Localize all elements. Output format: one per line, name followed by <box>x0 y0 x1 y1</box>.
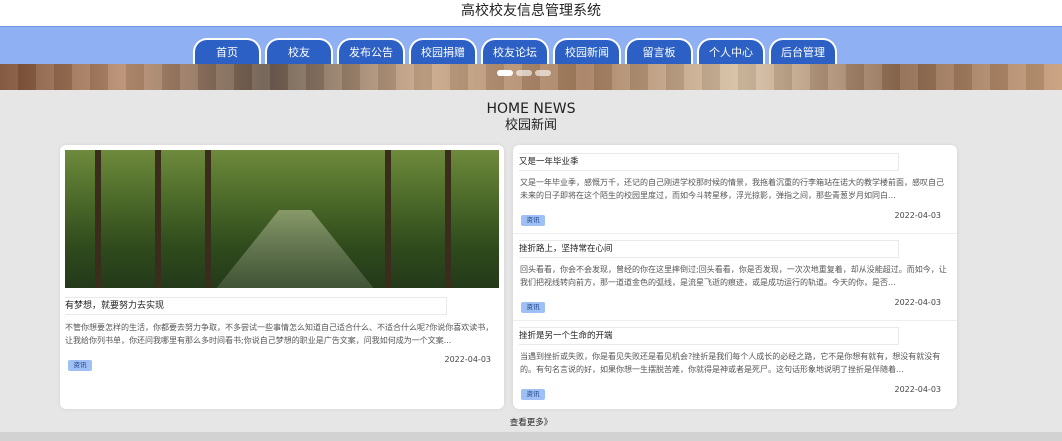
section-heading-en: HOME NEWS <box>486 101 576 117</box>
news-item-summary: 回头看看，你会不会发现，曾经的你在这里摔倒过;回头看看，你是否发现，一次次地重复… <box>520 265 947 287</box>
nav-item-announcements[interactable]: 发布公告 <box>337 38 405 65</box>
news-tag: 资讯 <box>521 302 545 313</box>
carousel-dot-2[interactable] <box>516 70 532 76</box>
nav-item-donations[interactable]: 校园捐赠 <box>409 38 477 65</box>
section-heading-cn: 校园新闻 <box>504 118 557 133</box>
news-item-summary: 当遇到挫折或失败，你是看见失败还是看见机会?挫折是我们每个人成长的必经之路，它不… <box>520 352 941 374</box>
image-path <box>215 210 375 288</box>
news-list: 又是一年毕业季 又是一年毕业季，感慨万千，还记的自己刚进学校那时候的情景，我拖着… <box>513 145 957 409</box>
image-tree <box>95 150 101 288</box>
carousel-dot-1[interactable] <box>497 70 513 76</box>
list-item[interactable]: 挫折是另一个生命的开端 当遇到挫折或失败，你是看见失败还是看见机会?挫折是我们每… <box>513 321 957 407</box>
site-title: 高校校友信息管理系统 <box>0 0 1062 26</box>
image-tree <box>445 150 451 288</box>
news-item-date: 2022-04-03 <box>894 298 942 307</box>
main-nav-bar: 首页 校友 发布公告 校园捐赠 校友论坛 校园新闻 留言板 个人中心 后台管理 <box>0 26 1062 65</box>
nav-item-personal-center[interactable]: 个人中心 <box>697 38 765 65</box>
news-tag: 资讯 <box>521 389 545 400</box>
news-item-title[interactable]: 挫折路上，坚持常在心间 <box>519 240 899 258</box>
banner-image <box>0 64 1062 90</box>
nav-item-admin[interactable]: 后台管理 <box>769 38 837 65</box>
featured-news-summary: 不管你想要怎样的生活，你都要去努力争取，不多尝试一些事情怎么知道自己适合什么、不… <box>65 323 494 345</box>
featured-news-card[interactable]: 有梦想，就要努力去实现 不管你想要怎样的生活，你都要去努力争取，不多尝试一些事情… <box>60 145 504 409</box>
nav-item-campus-news[interactable]: 校园新闻 <box>553 38 621 65</box>
nav-item-message-board[interactable]: 留言板 <box>625 38 693 65</box>
footer-strip <box>0 432 1062 441</box>
news-tag: 资讯 <box>521 215 545 226</box>
banner-carousel[interactable] <box>0 64 1062 90</box>
featured-news-date: 2022-04-03 <box>444 355 492 364</box>
news-item-title[interactable]: 又是一年毕业季 <box>519 153 899 171</box>
nav-list: 首页 校友 发布公告 校园捐赠 校友论坛 校园新闻 留言板 个人中心 后台管理 <box>193 38 837 65</box>
nav-item-forum[interactable]: 校友论坛 <box>481 38 549 65</box>
news-item-summary: 又是一年毕业季，感慨万千，还记的自己刚进学校那时候的情景，我拖着沉重的行李箱站在… <box>520 178 944 200</box>
carousel-dot-3[interactable] <box>535 70 551 76</box>
featured-news-title[interactable]: 有梦想，就要努力去实现 <box>65 297 447 315</box>
news-tag: 资讯 <box>68 360 92 371</box>
nav-item-home[interactable]: 首页 <box>193 38 261 65</box>
news-item-date: 2022-04-03 <box>894 385 942 394</box>
carousel-indicators <box>497 70 551 76</box>
view-more-link[interactable]: 查看更多》 <box>0 416 1062 428</box>
list-item[interactable]: 又是一年毕业季 又是一年毕业季，感慨万千，还记的自己刚进学校那时候的情景，我拖着… <box>513 147 957 234</box>
image-tree <box>155 150 161 288</box>
nav-item-alumni[interactable]: 校友 <box>265 38 333 65</box>
image-tree <box>205 150 211 288</box>
news-item-date: 2022-04-03 <box>894 211 942 220</box>
featured-news-image[interactable] <box>65 150 499 288</box>
news-item-title[interactable]: 挫折是另一个生命的开端 <box>519 327 899 345</box>
image-tree <box>385 150 391 288</box>
list-item[interactable]: 挫折路上，坚持常在心间 回头看看，你会不会发现，曾经的你在这里摔倒过;回头看看，… <box>513 234 957 321</box>
